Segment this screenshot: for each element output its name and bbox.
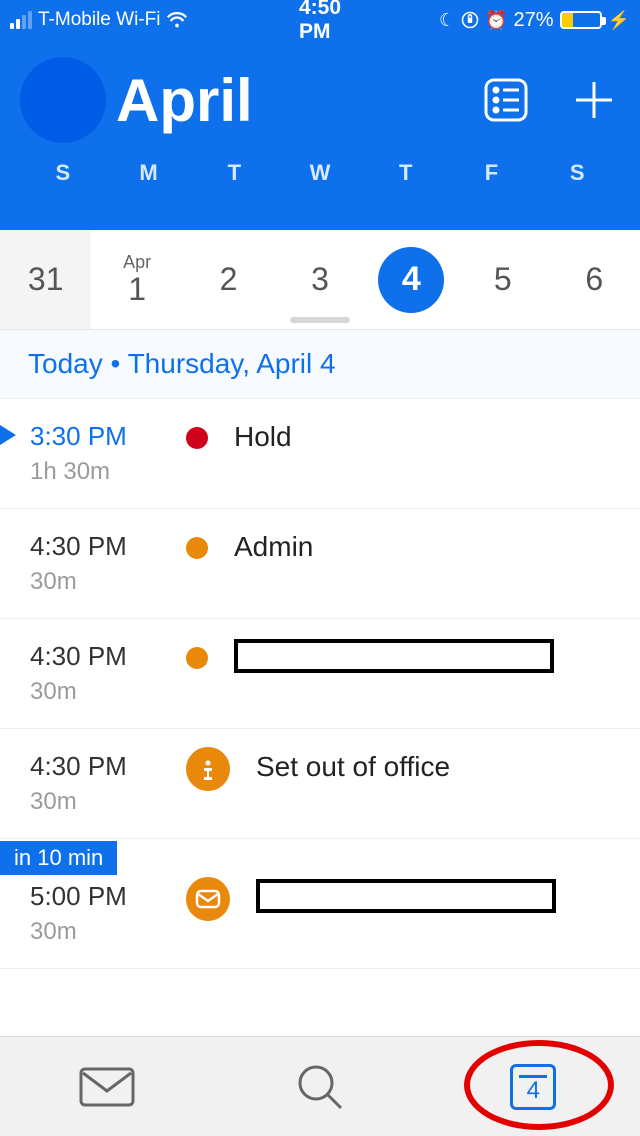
alarm-icon: ⏰ (485, 10, 507, 31)
carrier-label: T-Mobile Wi-Fi (38, 9, 160, 31)
new-event-button[interactable] (568, 74, 620, 126)
event-item[interactable]: 4:30 PM 30m Admin (0, 509, 640, 619)
wifi-icon (166, 11, 188, 29)
redacted-title (256, 879, 556, 913)
event-list[interactable]: 3:30 PM 1h 30m Hold 4:30 PM 30m Admin 4:… (0, 399, 640, 969)
status-time: 4:50 PM (299, 0, 341, 44)
status-bar: T-Mobile Wi-Fi 4:50 PM ☾ ⏰ 27% ⚡ (0, 0, 640, 40)
nav-search[interactable] (213, 1037, 426, 1136)
category-dot (186, 427, 208, 449)
event-item[interactable]: in 10 min 5:00 PM 30m (0, 859, 640, 969)
agenda-view-button[interactable] (480, 74, 532, 126)
day-cell-4[interactable]: 4 (366, 230, 457, 329)
day-cell-31[interactable]: 31 (0, 230, 91, 329)
event-title: Set out of office (256, 751, 620, 783)
day-cell-3[interactable]: 3 (274, 230, 365, 329)
weekday-labels: S M T W T F S (20, 160, 620, 186)
day-cell-5[interactable]: 5 (457, 230, 548, 329)
event-item[interactable]: 4:30 PM 30m (0, 619, 640, 729)
week-strip[interactable]: 31 Apr1 2 3 4 5 6 (0, 230, 640, 330)
month-title: April (116, 66, 253, 135)
drag-handle[interactable] (290, 317, 350, 323)
nav-calendar[interactable]: 4 (427, 1037, 640, 1136)
event-title: Admin (234, 531, 620, 563)
avatar[interactable] (20, 57, 106, 143)
day-cell-1[interactable]: Apr1 (91, 230, 182, 329)
battery-icon (560, 11, 602, 29)
event-item[interactable]: 3:30 PM 1h 30m Hold (0, 399, 640, 509)
current-marker-icon (0, 425, 16, 445)
battery-pct: 27% (514, 9, 554, 32)
cell-signal-icon (10, 11, 32, 29)
upcoming-badge: in 10 min (0, 841, 117, 875)
search-icon (295, 1062, 345, 1112)
date-heading: Today • Thursday, April 4 (0, 330, 640, 399)
charging-icon: ⚡ (608, 10, 630, 31)
orientation-lock-icon (461, 11, 479, 29)
nav-mail[interactable] (0, 1037, 213, 1136)
event-title: Hold (234, 421, 620, 453)
category-dot (186, 647, 208, 669)
day-cell-2[interactable]: 2 (183, 230, 274, 329)
calendar-icon: 4 (510, 1064, 556, 1110)
mail-icon (186, 877, 230, 921)
event-item[interactable]: 4:30 PM 30m Set out of office (0, 729, 640, 839)
info-icon (186, 747, 230, 791)
day-cell-6[interactable]: 6 (549, 230, 640, 329)
redacted-title (234, 639, 554, 673)
bottom-nav: 4 (0, 1036, 640, 1136)
category-dot (186, 537, 208, 559)
calendar-header: April S M T W T F S (0, 40, 640, 230)
envelope-icon (77, 1065, 137, 1109)
dnd-icon: ☾ (439, 10, 455, 31)
